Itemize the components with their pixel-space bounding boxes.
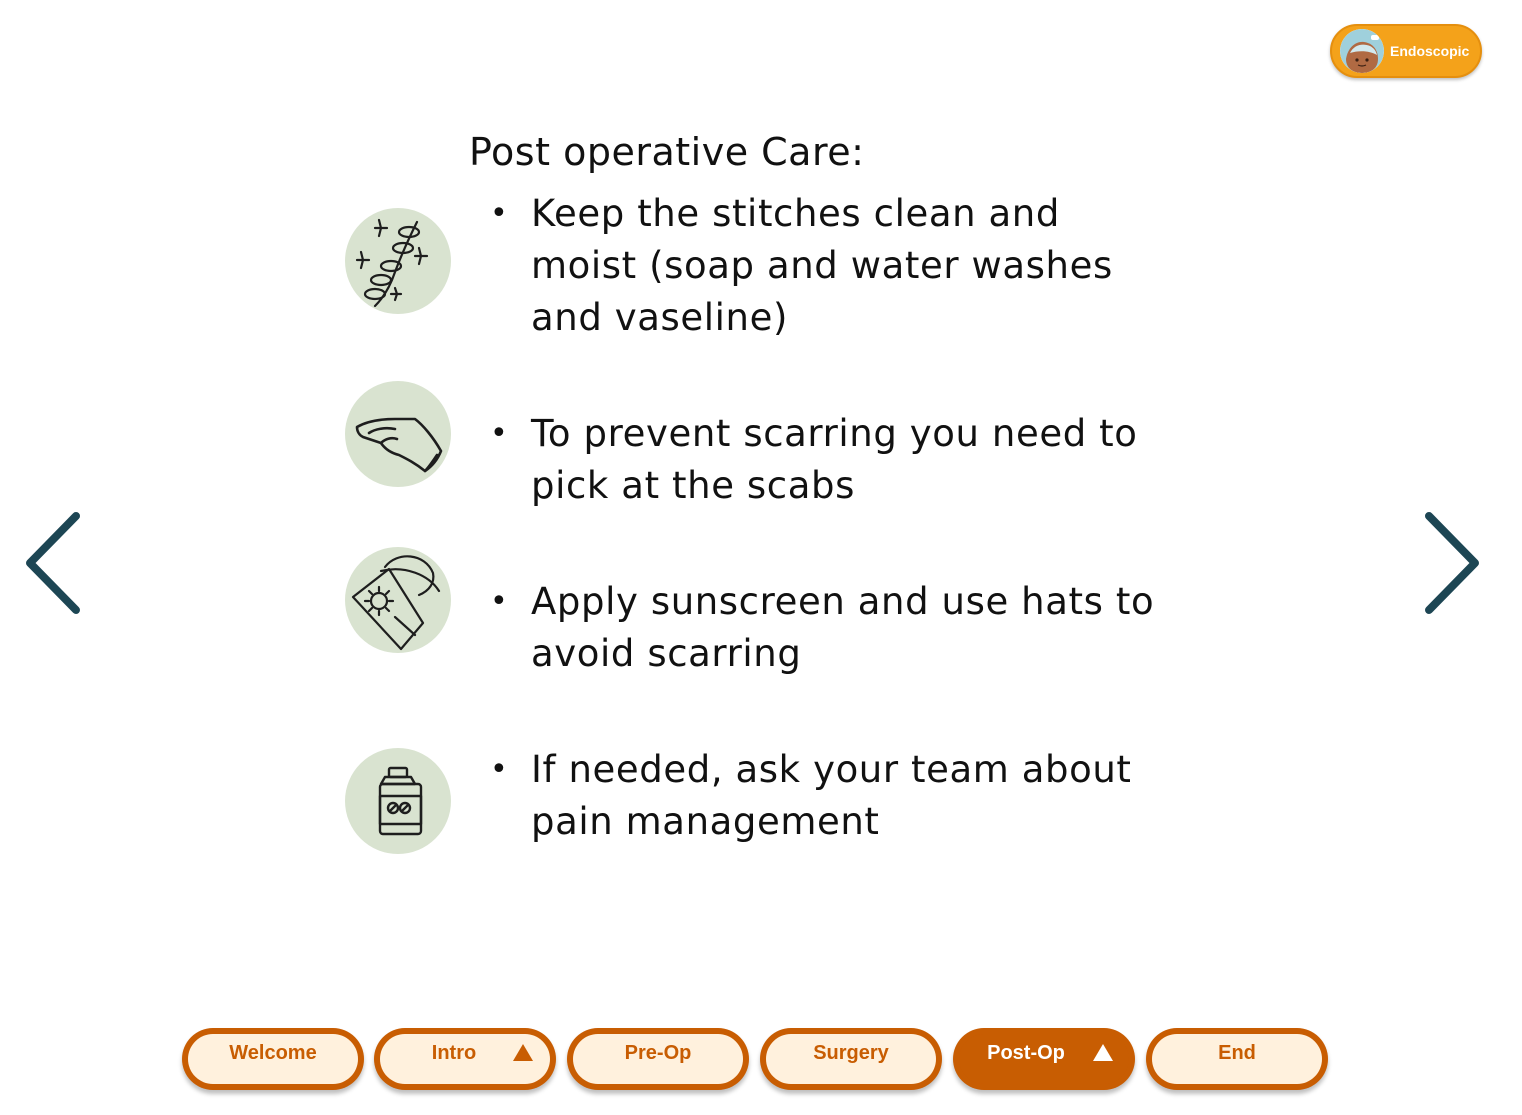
- caret-up-icon[interactable]: [1093, 1044, 1113, 1061]
- bullet-marker: •: [490, 416, 509, 451]
- chevron-left-icon: [26, 512, 80, 614]
- bullet-marker: •: [490, 196, 509, 231]
- list-item: • If needed, ask your team about pain ma…: [490, 744, 1170, 848]
- tab-intro-label: Intro: [431, 1042, 477, 1064]
- previous-slide-button[interactable]: [20, 508, 90, 618]
- tab-welcome-label: Welcome: [229, 1042, 317, 1064]
- badge-label: Endoscopic: [1390, 43, 1470, 59]
- stitches-icon: [345, 208, 451, 314]
- list-item: • To prevent scarring you need to pick a…: [490, 408, 1170, 512]
- tab-pre-op-label: Pre-Op: [624, 1042, 692, 1064]
- tab-post-op-label: Post-Op: [987, 1042, 1065, 1064]
- tab-surgery[interactable]: Surgery: [760, 1028, 942, 1090]
- caret-up-icon[interactable]: [513, 1044, 533, 1061]
- list-item: • Apply sunscreen and use hats to avoid …: [490, 576, 1170, 680]
- list-item: • Keep the stitches clean and moist (soa…: [490, 188, 1170, 344]
- sunscreen-hat-icon: [345, 547, 451, 653]
- patient-avatar-icon: [1340, 29, 1384, 73]
- endoscopic-badge[interactable]: Endoscopic: [1330, 24, 1482, 78]
- list-item-text: Apply sunscreen and use hats to avoid sc…: [531, 580, 1155, 675]
- pill-bottle-icon: [345, 748, 451, 854]
- next-slide-button[interactable]: [1415, 508, 1485, 618]
- tab-pre-op[interactable]: Pre-Op: [567, 1028, 749, 1090]
- tab-welcome[interactable]: Welcome: [182, 1028, 364, 1090]
- slide-page: Endoscopic Post operative Care: • Keep t…: [0, 0, 1522, 1115]
- chevron-right-icon: [1425, 512, 1479, 614]
- page-title: Post operative Care:: [469, 130, 865, 174]
- tab-intro[interactable]: Intro: [374, 1028, 556, 1090]
- tab-post-op[interactable]: Post-Op: [953, 1028, 1135, 1090]
- hand-icon: [345, 381, 451, 487]
- list-item-text: If needed, ask your team about pain mana…: [531, 748, 1132, 843]
- bullet-marker: •: [490, 584, 509, 619]
- tab-surgery-label: Surgery: [813, 1042, 889, 1064]
- list-item-text: To prevent scarring you need to pick at …: [531, 412, 1138, 507]
- bullet-marker: •: [490, 752, 509, 787]
- list-item-text: Keep the stitches clean and moist (soap …: [531, 192, 1113, 339]
- tab-end-label: End: [1218, 1042, 1256, 1064]
- tab-end[interactable]: End: [1146, 1028, 1328, 1090]
